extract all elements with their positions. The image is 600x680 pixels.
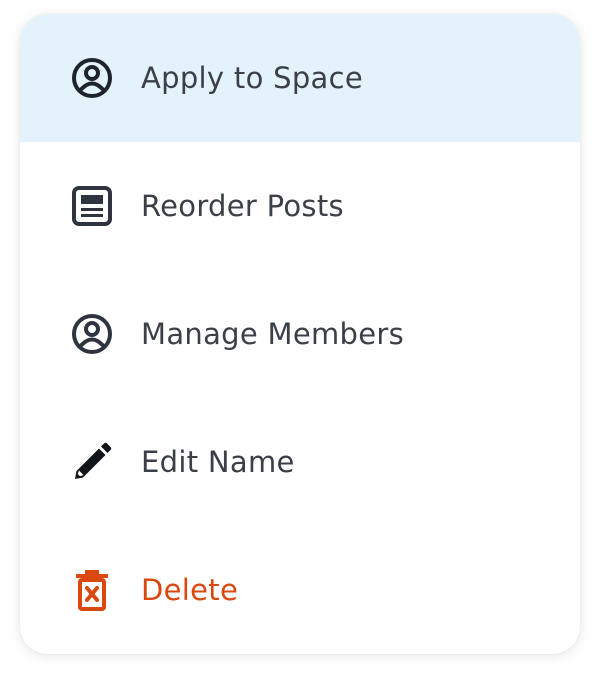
- trash-icon: [70, 568, 114, 612]
- menu-item-label: Manage Members: [141, 317, 405, 351]
- menu-item-label: Apply to Space: [141, 61, 363, 95]
- menu-item-label: Reorder Posts: [141, 189, 344, 223]
- menu-item-edit-name[interactable]: Edit Name: [20, 398, 580, 526]
- pencil-icon: [70, 440, 114, 484]
- menu-item-manage-members[interactable]: Manage Members: [20, 270, 580, 398]
- menu-item-apply-to-space[interactable]: Apply to Space: [20, 14, 580, 142]
- account-circle-icon: [70, 56, 114, 100]
- menu-item-reorder-posts[interactable]: Reorder Posts: [20, 142, 580, 270]
- context-menu: Apply to Space Reorder Posts Manage Memb…: [20, 14, 580, 654]
- menu-item-delete[interactable]: Delete: [20, 526, 580, 654]
- account-circle-icon: [70, 312, 114, 356]
- article-icon: [70, 184, 114, 228]
- menu-item-label: Delete: [141, 573, 239, 607]
- menu-item-label: Edit Name: [141, 445, 295, 479]
